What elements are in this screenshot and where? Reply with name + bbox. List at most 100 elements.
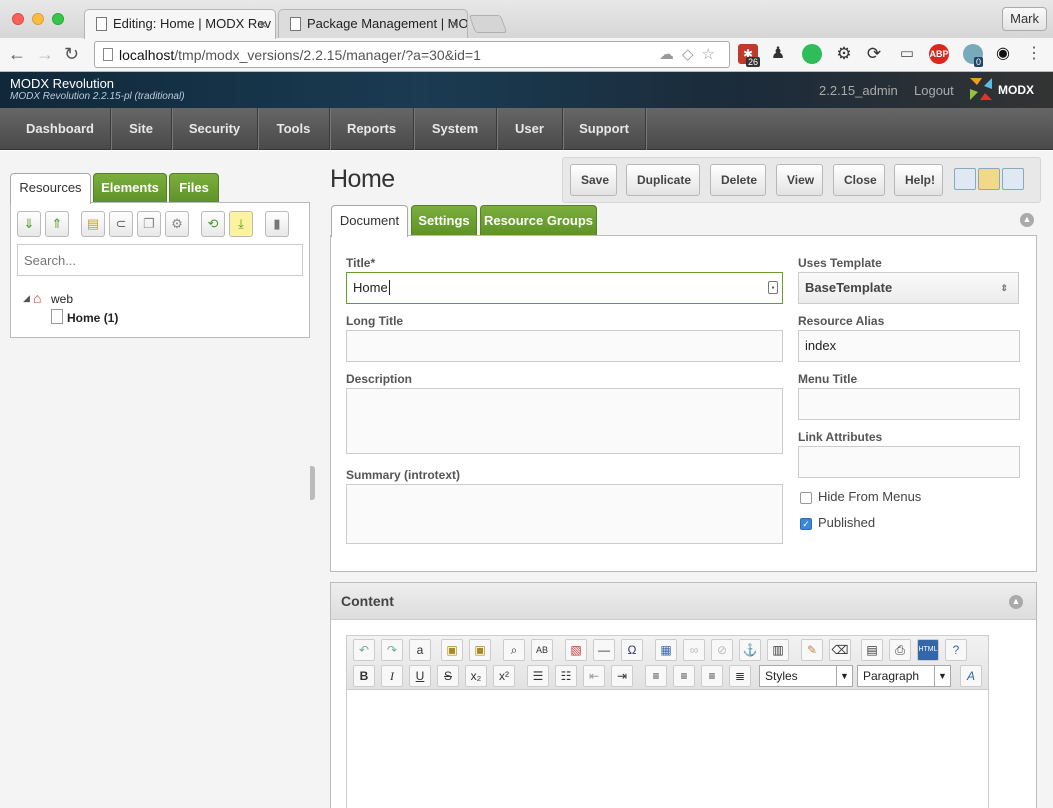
menu-icon[interactable]: ⋮ xyxy=(1024,44,1044,64)
align-left-icon[interactable]: ≡ xyxy=(645,665,667,687)
superscript-icon[interactable]: x² xyxy=(493,665,515,687)
select-all-icon[interactable]: a xyxy=(409,639,431,661)
insert-image-icon[interactable]: ▦ xyxy=(655,639,677,661)
italic-icon[interactable]: I xyxy=(381,665,403,687)
contact-card-icon[interactable]: ▪ xyxy=(768,281,778,294)
code-icon[interactable]: ◇ xyxy=(682,46,702,63)
tree-root[interactable]: web xyxy=(51,292,73,306)
description-field[interactable] xyxy=(346,388,783,454)
media-icon[interactable]: ▥ xyxy=(767,639,789,661)
minimize-window-button[interactable] xyxy=(32,13,44,25)
zoom-window-button[interactable] xyxy=(52,13,64,25)
numbered-list-icon[interactable]: ☷ xyxy=(555,665,577,687)
evernote-icon[interactable] xyxy=(802,44,822,64)
username-link[interactable]: 2.2.15_admin xyxy=(819,83,898,98)
outdent-icon[interactable]: ⇤ xyxy=(583,665,605,687)
reload-icon[interactable]: ↻ xyxy=(64,43,79,65)
collapse-content-icon[interactable]: ▲ xyxy=(1009,595,1023,609)
nav-user[interactable]: User xyxy=(497,108,563,150)
gear-icon[interactable]: ⚙ xyxy=(834,44,854,64)
template-icon[interactable]: ▤ xyxy=(861,639,883,661)
tab-settings[interactable]: Settings xyxy=(411,205,477,236)
browser-tab-package[interactable]: Package Management | MO × xyxy=(278,9,468,39)
nav-tools[interactable]: Tools xyxy=(258,108,330,150)
subscript-icon[interactable]: x₂ xyxy=(465,665,487,687)
long-title-field[interactable] xyxy=(346,330,783,362)
published-checkbox[interactable]: ✓ xyxy=(800,518,812,530)
tree-search-input[interactable] xyxy=(17,244,303,276)
format-select[interactable]: Paragraph ▼ xyxy=(857,665,951,687)
nav-dashboard[interactable]: Dashboard xyxy=(10,108,111,150)
back-icon[interactable]: ← xyxy=(8,43,26,65)
redo-icon[interactable]: ↷ xyxy=(381,639,403,661)
layout-right-icon[interactable] xyxy=(1002,168,1024,190)
align-right-icon[interactable]: ≡ xyxy=(701,665,723,687)
panel-splitter[interactable] xyxy=(310,466,315,500)
save-button[interactable]: Save xyxy=(570,164,617,196)
browser-tab-editing[interactable]: Editing: Home | MODX Rev × xyxy=(84,9,276,39)
collapse-form-icon[interactable]: ▲ xyxy=(1020,213,1034,227)
nav-site[interactable]: Site xyxy=(111,108,172,150)
sort-icon[interactable]: ⤓ xyxy=(229,211,253,237)
title-field[interactable]: Home xyxy=(346,272,783,304)
template-select[interactable]: BaseTemplate ⇕ xyxy=(798,272,1019,304)
nav-reports[interactable]: Reports xyxy=(330,108,414,150)
expand-all-icon[interactable]: ⇓ xyxy=(17,211,41,237)
anchor-icon[interactable]: ⚓ xyxy=(739,639,761,661)
help-button[interactable]: Help! xyxy=(894,164,943,196)
paste-text-icon[interactable]: ▣ xyxy=(469,639,491,661)
underline-icon[interactable]: U xyxy=(409,665,431,687)
cleanup-icon[interactable]: ✎ xyxy=(801,639,823,661)
summary-field[interactable] xyxy=(346,484,783,544)
close-window-button[interactable] xyxy=(12,13,24,25)
logout-link[interactable]: Logout xyxy=(914,83,954,98)
delete-button[interactable]: Delete xyxy=(710,164,766,196)
hide-menus-checkbox[interactable] xyxy=(800,492,812,504)
nav-support[interactable]: Support xyxy=(563,108,646,150)
nav-system[interactable]: System xyxy=(414,108,497,150)
new-symlink-icon[interactable]: ❐ xyxy=(137,211,161,237)
bullet-list-icon[interactable]: ☰ xyxy=(527,665,549,687)
tab-elements[interactable]: Elements xyxy=(93,173,167,203)
find-icon[interactable]: ⌕ xyxy=(503,639,525,661)
unlink-icon[interactable]: ⊘ xyxy=(711,639,733,661)
trash-icon[interactable]: ▮ xyxy=(265,211,289,237)
tree-item-home[interactable]: Home (1) xyxy=(67,311,118,325)
horizontal-rule-icon[interactable]: — xyxy=(593,639,615,661)
spellcheck-icon[interactable]: A xyxy=(960,665,982,687)
cast-icon[interactable]: ▭ xyxy=(897,44,917,64)
close-tab-icon[interactable]: × xyxy=(451,10,459,38)
tree-toggle-icon[interactable]: ◢ xyxy=(23,293,30,304)
sync-icon[interactable]: ⟳ xyxy=(864,44,884,64)
menu-title-field[interactable] xyxy=(798,388,1020,420)
tab-files[interactable]: Files xyxy=(169,173,219,203)
undo-icon[interactable]: ↶ xyxy=(353,639,375,661)
print-icon[interactable]: ⎙ xyxy=(889,639,911,661)
link-icon[interactable]: ∞ xyxy=(683,639,705,661)
new-weblink-icon[interactable]: ⊂ xyxy=(109,211,133,237)
person-icon[interactable]: ♟ xyxy=(768,44,788,64)
nav-security[interactable]: Security xyxy=(172,108,258,150)
address-bar[interactable]: localhost/tmp/modx_versions/2.2.15/manag… xyxy=(94,41,730,68)
align-center-icon[interactable]: ≡ xyxy=(673,665,695,687)
paste-icon[interactable]: ▣ xyxy=(441,639,463,661)
image-icon[interactable]: ▧ xyxy=(565,639,587,661)
new-folder-icon[interactable]: ▤ xyxy=(81,211,105,237)
profile-button[interactable]: Mark xyxy=(1002,7,1047,31)
help-icon[interactable]: ? xyxy=(945,639,967,661)
tab-resource-groups[interactable]: Resource Groups xyxy=(480,205,597,236)
link-attributes-field[interactable] xyxy=(798,446,1020,478)
html-icon[interactable]: HTML xyxy=(917,639,939,661)
new-tab-button[interactable] xyxy=(468,15,508,33)
layout-center-icon[interactable] xyxy=(978,168,1000,190)
strikethrough-icon[interactable]: S xyxy=(437,665,459,687)
star-icon[interactable]: ☆ xyxy=(702,46,723,63)
cloud-icon[interactable]: ☁ xyxy=(659,46,682,63)
adblock-icon[interactable]: ABP xyxy=(929,44,949,64)
styles-select[interactable]: Styles ▼ xyxy=(759,665,853,687)
replace-icon[interactable]: AB xyxy=(531,639,553,661)
collapse-all-icon[interactable]: ⇑ xyxy=(45,211,69,237)
close-tab-icon[interactable]: × xyxy=(259,10,267,38)
close-button[interactable]: Close xyxy=(833,164,885,196)
new-static-icon[interactable]: ⚙ xyxy=(165,211,189,237)
